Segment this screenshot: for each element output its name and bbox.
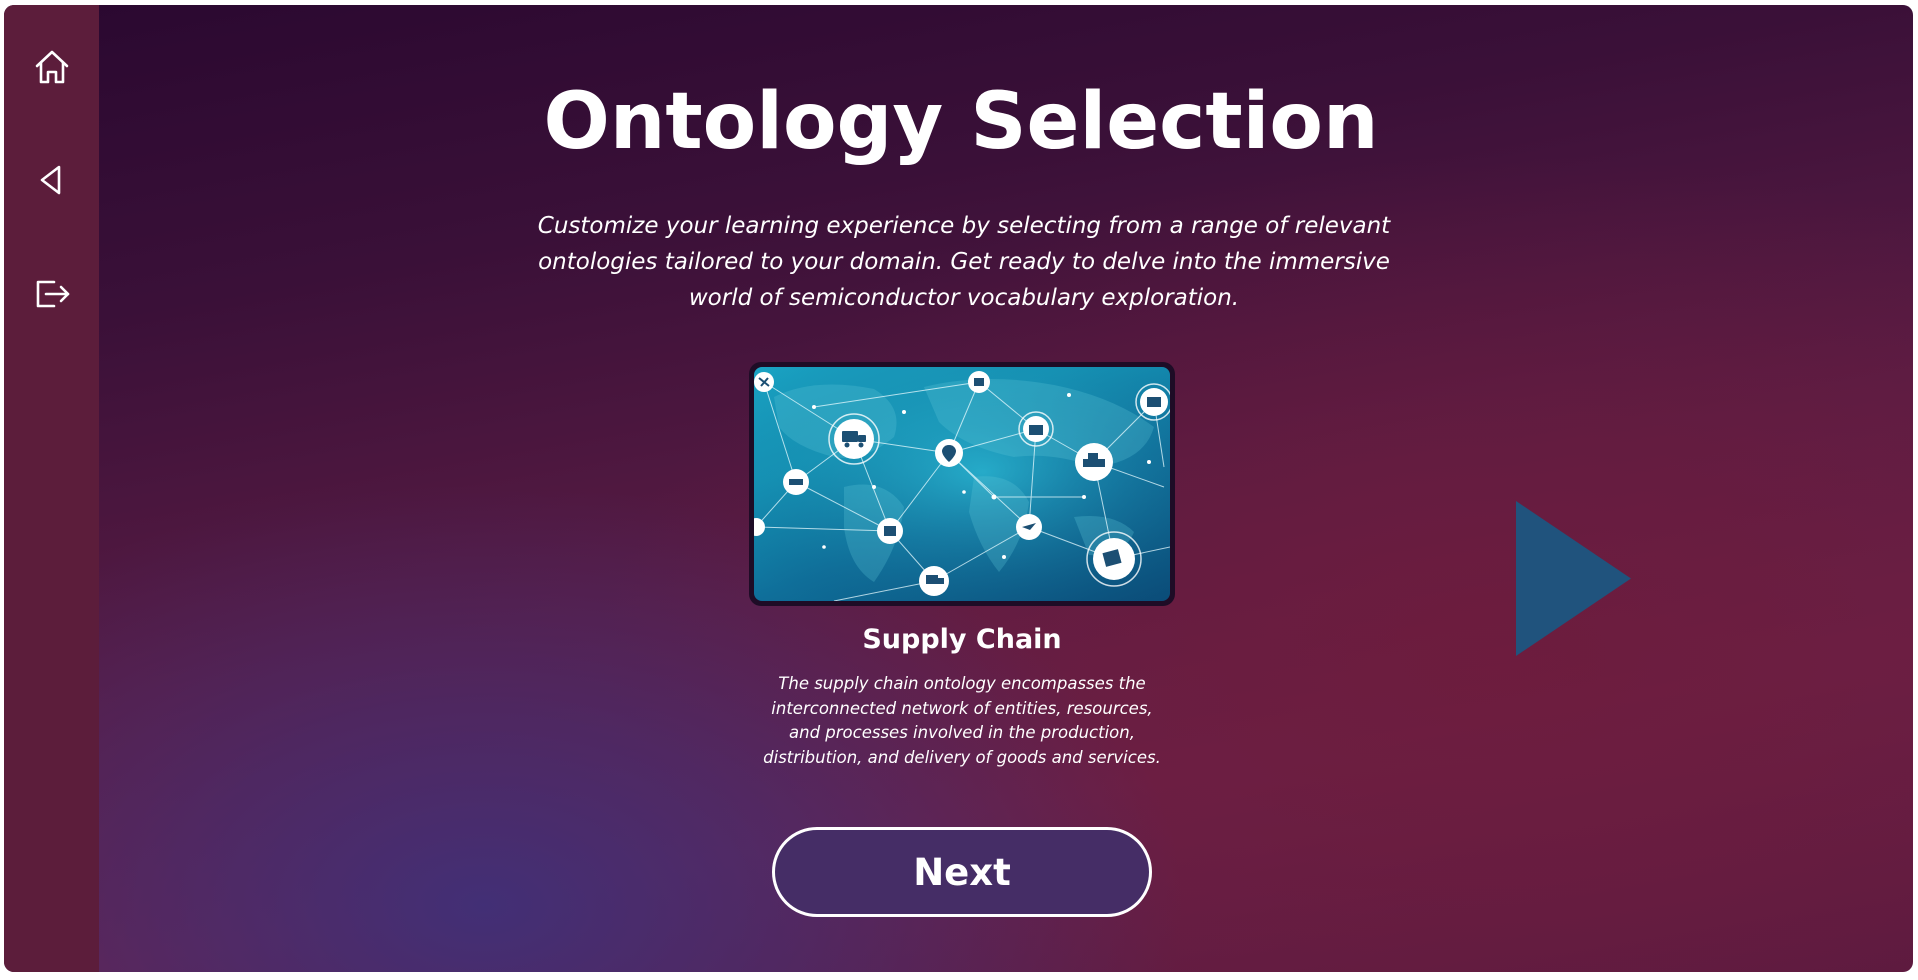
app-frame: Ontology Selection Customize your learni…	[4, 5, 1913, 972]
ontology-card-description: The supply chain ontology encompasses th…	[763, 674, 1161, 767]
supply-chain-network-image	[754, 367, 1170, 601]
page-title: Ontology Selection	[543, 77, 1379, 167]
home-button[interactable]	[4, 37, 99, 97]
play-triangle-icon[interactable]	[1516, 501, 1631, 656]
ontology-card-image[interactable]	[749, 362, 1175, 606]
home-icon	[35, 50, 68, 84]
back-button[interactable]	[4, 150, 99, 210]
ontology-card-title: Supply Chain	[862, 624, 1062, 655]
logout-button[interactable]	[4, 263, 99, 323]
next-button[interactable]: Next	[772, 827, 1152, 917]
back-arrow-icon	[40, 165, 60, 195]
sidebar	[4, 5, 99, 972]
logout-icon	[36, 280, 69, 308]
page-subtitle: Customize your learning experience by se…	[537, 213, 1391, 311]
